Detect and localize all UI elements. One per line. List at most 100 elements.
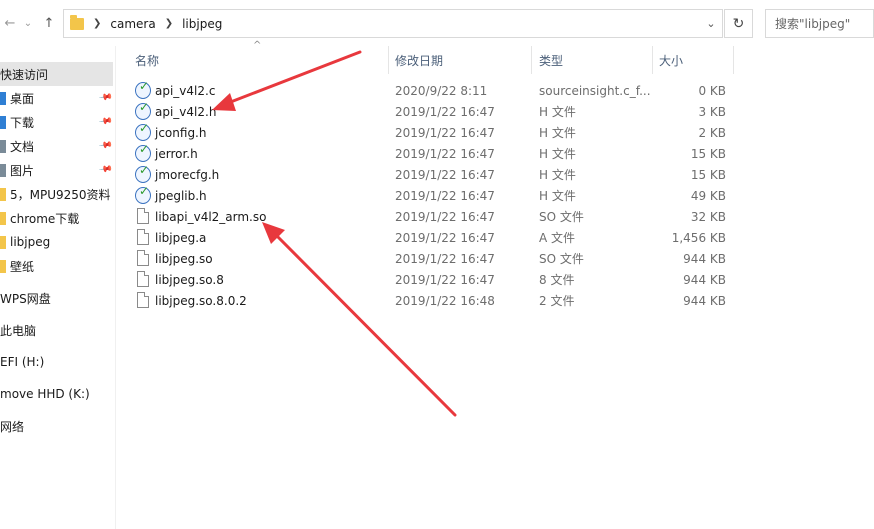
file-type: sourceinsight.c_f... <box>539 83 651 98</box>
table-row[interactable]: jerror.h 2019/1/22 16:47 H 文件 15 KB <box>130 142 734 164</box>
search-input[interactable]: 搜索"libjpeg" <box>765 9 874 38</box>
file-date: 2019/1/22 16:47 <box>395 209 495 224</box>
file-date: 2019/1/22 16:47 <box>395 104 495 119</box>
breadcrumb-chevron-icon[interactable]: ❯ <box>165 18 173 29</box>
file-size: 3 KB <box>698 104 726 119</box>
breadcrumb-item[interactable]: camera <box>110 17 155 31</box>
sidebar-item-label: WPS网盘 <box>0 291 51 306</box>
pin-icon: 📌 <box>98 138 114 154</box>
table-row[interactable]: libjpeg.so.8 2019/1/22 16:47 8 文件 944 KB <box>130 269 734 290</box>
file-size: 15 KB <box>690 146 726 161</box>
address-dropdown-chevron-icon[interactable]: ⌄ <box>700 10 722 37</box>
folder-icon <box>0 211 6 225</box>
documents-icon <box>0 139 6 153</box>
sidebar-item-documents[interactable]: 文档 📌 <box>0 134 113 158</box>
table-row[interactable]: jpeglib.h 2019/1/22 16:47 H 文件 49 KB <box>130 184 734 206</box>
file-name: api_v4l2.h <box>155 104 217 119</box>
table-row[interactable]: jconfig.h 2019/1/22 16:47 H 文件 2 KB <box>130 121 734 143</box>
sidebar-item-wallpaper[interactable]: 壁纸 <box>0 254 113 278</box>
column-header-type[interactable]: 类型 <box>539 46 649 74</box>
column-divider[interactable] <box>733 46 734 74</box>
download-icon <box>0 115 6 129</box>
sidebar-item-chrome-downloads[interactable]: chrome下载 <box>0 206 113 230</box>
table-row[interactable]: libapi_v4l2_arm.so 2019/1/22 16:47 SO 文件 32… <box>130 206 734 227</box>
address-bar[interactable]: ❯ camera ❯ libjpeg ⌄ <box>63 9 723 38</box>
file-name: libjpeg.so <box>155 251 213 266</box>
breadcrumb-item[interactable]: libjpeg <box>182 17 222 31</box>
file-size: 944 KB <box>683 293 726 308</box>
recent-locations-chevron-down-icon[interactable]: ⌄ <box>18 12 38 34</box>
file-name: jpeglib.h <box>155 188 207 203</box>
refresh-icon[interactable]: ↻ <box>724 9 753 38</box>
sidebar-item-libjpeg[interactable]: libjpeg <box>0 230 113 254</box>
table-row[interactable]: api_v4l2.c 2020/9/22 8:11 sourceinsight.c_… <box>130 79 734 101</box>
blank-file-icon <box>137 250 149 266</box>
column-divider[interactable] <box>388 46 389 74</box>
up-icon[interactable]: ↑ <box>39 12 59 34</box>
sidebar-item-efi-drive[interactable]: EFI (H:) <box>0 350 113 374</box>
sidebar-item-label: 图片 <box>10 163 35 178</box>
file-name: libjpeg.so.8 <box>155 272 224 287</box>
file-size: 944 KB <box>683 272 726 287</box>
blank-file-icon <box>137 208 149 224</box>
file-size: 0 KB <box>698 83 726 98</box>
sidebar-item-move-hhd-drive[interactable]: move HHD (K:) <box>0 382 113 406</box>
sidebar-item-mpu9250[interactable]: 5，MPU9250资料 <box>0 182 113 206</box>
file-type: SO 文件 <box>539 252 584 266</box>
sidebar-item-label: chrome下载 <box>10 211 80 226</box>
sidebar-item-label: EFI (H:) <box>0 355 45 369</box>
file-type: H 文件 <box>539 189 576 203</box>
sidebar-item-label: 此电脑 <box>0 323 37 338</box>
file-name: libapi_v4l2_arm.so <box>155 209 267 224</box>
column-header-size[interactable]: 大小 <box>659 46 729 74</box>
file-date: 2019/1/22 16:47 <box>395 188 495 203</box>
folder-icon <box>0 187 6 201</box>
sidebar-item-quick-access[interactable]: 快速访问 <box>0 62 113 86</box>
sidebar-item-label: 桌面 <box>10 91 35 106</box>
file-name: libjpeg.so.8.0.2 <box>155 293 247 308</box>
folder-icon <box>0 235 6 249</box>
table-row[interactable]: api_v4l2.h 2019/1/22 16:47 H 文件 3 KB <box>130 100 734 122</box>
file-size: 15 KB <box>690 167 726 182</box>
sidebar-item-wps-drive[interactable]: WPS网盘 <box>0 286 113 310</box>
file-name: jmorecfg.h <box>155 167 220 182</box>
table-row[interactable]: jmorecfg.h 2019/1/22 16:47 H 文件 15 KB <box>130 163 734 185</box>
sidebar-item-network[interactable]: 网络 <box>0 414 113 438</box>
sidebar-item-label: 快速访问 <box>0 67 49 82</box>
column-header-name[interactable]: 名称 <box>135 46 385 74</box>
file-date: 2019/1/22 16:47 <box>395 146 495 161</box>
sidebar-item-label: 下载 <box>10 115 35 130</box>
table-row[interactable]: libjpeg.so.8.0.2 2019/1/22 16:48 2 文件 944 K… <box>130 290 734 311</box>
table-row[interactable]: libjpeg.a 2019/1/22 16:47 A 文件 1,456 KB <box>130 227 734 248</box>
source-insight-icon <box>135 163 151 183</box>
source-insight-icon <box>135 121 151 141</box>
file-date: 2019/1/22 16:47 <box>395 167 495 182</box>
file-date: 2020/9/22 8:11 <box>395 83 488 98</box>
file-type: H 文件 <box>539 105 576 119</box>
sidebar-item-pictures[interactable]: 图片 📌 <box>0 158 113 182</box>
table-row[interactable]: libjpeg.so 2019/1/22 16:47 SO 文件 944 KB <box>130 248 734 269</box>
file-type: SO 文件 <box>539 210 584 224</box>
file-size: 1,456 KB <box>671 230 726 245</box>
pin-icon: 📌 <box>98 114 114 130</box>
sidebar-item-this-pc[interactable]: 此电脑 <box>0 318 113 342</box>
file-type: H 文件 <box>539 168 576 182</box>
pictures-icon <box>0 163 6 177</box>
file-date: 2019/1/22 16:47 <box>395 125 495 140</box>
sidebar-item-label: libjpeg <box>10 235 51 249</box>
sidebar-item-downloads[interactable]: 下载 📌 <box>0 110 113 134</box>
breadcrumb-chevron-icon[interactable]: ❯ <box>93 18 101 29</box>
desktop-icon <box>0 91 6 105</box>
sidebar-item-desktop[interactable]: 桌面 📌 <box>0 86 113 110</box>
column-divider[interactable] <box>652 46 653 74</box>
file-date: 2019/1/22 16:48 <box>395 293 495 308</box>
back-icon[interactable]: ← <box>0 12 20 34</box>
file-size: 49 KB <box>690 188 726 203</box>
navigation-bar: ← ⌄ ↑ ❯ camera ❯ libjpeg ⌄ ↻ 搜索"libjpeg" <box>0 0 874 46</box>
source-insight-icon <box>135 100 151 120</box>
column-header-date[interactable]: 修改日期 <box>395 46 530 74</box>
file-name: jconfig.h <box>155 125 207 140</box>
file-date: 2019/1/22 16:47 <box>395 251 495 266</box>
sidebar-item-label: move HHD (K:) <box>0 387 90 401</box>
column-divider[interactable] <box>531 46 532 74</box>
